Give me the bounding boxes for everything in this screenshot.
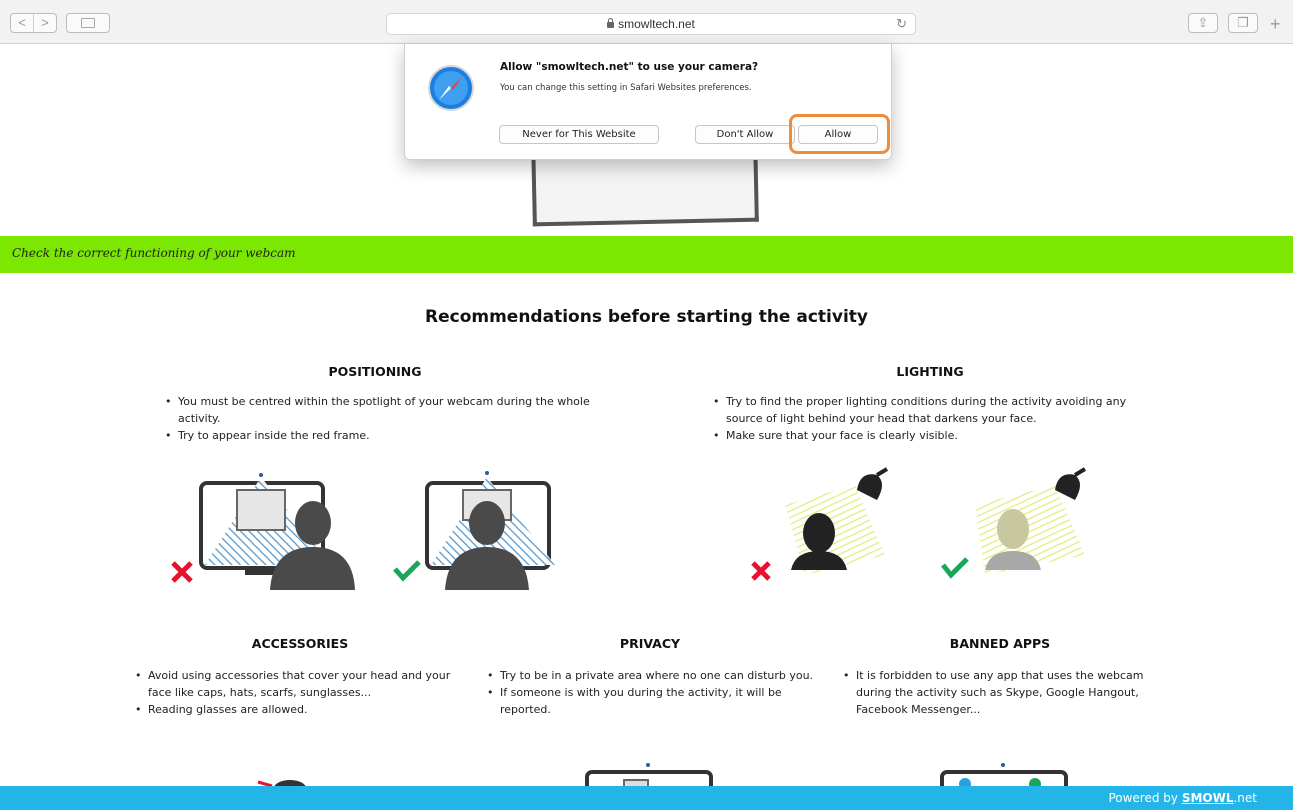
new-tab-button[interactable]: +	[1270, 14, 1281, 35]
list-item: Try to appear inside the red frame.	[162, 427, 592, 444]
wrong-position-illustration	[199, 473, 355, 590]
tabs-button[interactable]: ❐	[1228, 13, 1258, 33]
check-icon	[393, 560, 421, 582]
check-icon	[941, 557, 969, 579]
bad-lighting-illustration	[785, 467, 889, 575]
list-item: Avoid using accessories that cover your …	[132, 667, 452, 701]
banner-text: Check the correct functioning of your we…	[12, 246, 296, 260]
privacy-list: Try to be in a private area where no one…	[484, 667, 814, 718]
allow-button[interactable]: Allow	[798, 125, 878, 144]
privacy-title: PRIVACY	[619, 636, 681, 651]
sidebar-button[interactable]	[66, 13, 110, 33]
browser-toolbar: < > smowltech.net ↻ ⇪ ❐ +	[0, 0, 1293, 44]
dont-allow-button[interactable]: Don't Allow	[695, 125, 795, 144]
banned-apps-list: It is forbidden to use any app that uses…	[840, 667, 1160, 718]
reload-icon[interactable]: ↻	[896, 14, 907, 34]
lighting-title: LIGHTING	[896, 364, 964, 379]
lamp-icon	[857, 467, 889, 500]
list-item: If someone is with you during the activi…	[484, 684, 814, 718]
cross-icon	[751, 561, 771, 581]
address-bar[interactable]: smowltech.net ↻	[386, 13, 916, 35]
dialog-text: You can change this setting in Safari We…	[500, 83, 752, 93]
never-for-this-website-button[interactable]: Never for This Website	[499, 125, 659, 144]
sidebar-icon	[81, 18, 95, 28]
tabs-icon: ❐	[1237, 15, 1249, 30]
good-lighting-illustration	[975, 467, 1087, 575]
footer-brand-suffix: .net	[1233, 791, 1257, 805]
accessories-list: Avoid using accessories that cover your …	[132, 667, 452, 718]
banned-apps-illustration	[940, 763, 1068, 786]
lamp-icon	[1055, 467, 1087, 500]
accessories-title: ACCESSORIES	[251, 636, 349, 651]
lighting-list: Try to find the proper lighting conditio…	[710, 393, 1140, 444]
positioning-list: You must be centred within the spotlight…	[162, 393, 592, 444]
url-text: smowltech.net	[618, 17, 695, 31]
page-title: Recommendations before starting the acti…	[425, 307, 868, 327]
back-button[interactable]: <	[11, 14, 34, 32]
list-item: Try to find the proper lighting conditio…	[710, 393, 1140, 427]
forward-button[interactable]: >	[34, 14, 56, 32]
list-item: Reading glasses are allowed.	[132, 701, 452, 718]
list-item: It is forbidden to use any app that uses…	[840, 667, 1160, 718]
lighting-illustration	[751, 467, 1087, 581]
list-item: You must be centred within the spotlight…	[162, 393, 592, 427]
footer-brand-link[interactable]: SMOWL	[1182, 791, 1234, 805]
accessories-illustration	[257, 780, 306, 786]
footer-bar: Powered by SMOWL.net	[0, 786, 1293, 810]
list-item: Make sure that your face is clearly visi…	[710, 427, 1140, 444]
positioning-illustration	[171, 471, 555, 590]
positioning-title: POSITIONING	[328, 364, 422, 379]
lock-icon	[607, 18, 615, 28]
webcam-check-banner: Check the correct functioning of your we…	[0, 236, 1293, 273]
camera-permission-dialog: Allow "smowltech.net" to use your camera…	[404, 44, 892, 160]
dialog-title: Allow "smowltech.net" to use your camera…	[500, 61, 759, 73]
nav-buttons: < >	[10, 13, 57, 33]
safari-icon	[428, 65, 474, 111]
share-icon: ⇪	[1197, 15, 1209, 30]
privacy-illustration	[585, 763, 713, 786]
list-item: Try to be in a private area where no one…	[484, 667, 814, 684]
cross-icon	[171, 561, 193, 583]
share-button[interactable]: ⇪	[1188, 13, 1218, 33]
footer-prefix: Powered by	[1108, 791, 1182, 805]
footer-text: Powered by SMOWL.net	[1108, 791, 1257, 805]
banned-apps-title: BANNED APPS	[949, 636, 1051, 651]
correct-position-illustration	[425, 471, 555, 590]
